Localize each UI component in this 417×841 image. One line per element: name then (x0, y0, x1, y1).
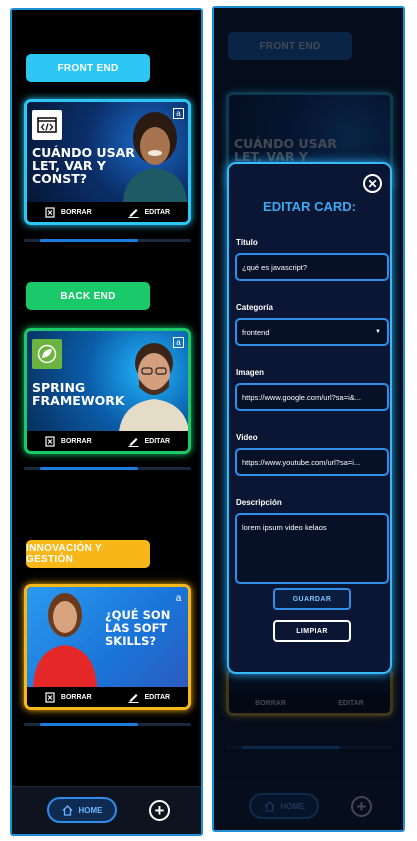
home-button-dimmed: HOME (249, 793, 319, 819)
edit-label: EDITAR (144, 437, 171, 445)
close-circle-icon: ✕ (367, 176, 378, 191)
presenter-image (33, 593, 97, 687)
image-url-input[interactable]: https://www.google.com/url?sa=i&... (235, 383, 389, 411)
home-button[interactable]: HOME (47, 797, 117, 823)
video-thumbnail[interactable]: a ¿QUÉ SON LAS SOFT SKILLS? (27, 587, 188, 687)
title-input[interactable]: ¿qué es javascript? (235, 253, 389, 281)
category-innovation[interactable]: INNOVACIÓN Y GESTIÓN (26, 540, 150, 568)
home-icon (62, 804, 72, 816)
title-label: Título (236, 238, 258, 247)
trash-icon (45, 691, 55, 703)
edit-label: EDITAR (144, 693, 171, 701)
scrollbar-dimmed (226, 746, 393, 749)
add-video-button-dimmed: + (351, 796, 372, 817)
clear-button[interactable]: LIMPIAR (273, 620, 351, 642)
video-label: Video (236, 433, 258, 442)
carousel-scrollbar[interactable] (24, 239, 191, 242)
save-button[interactable]: GUARDAR (273, 588, 351, 610)
edit-button[interactable]: EDITAR (128, 207, 171, 218)
carousel-scrollbar[interactable] (24, 467, 191, 470)
pencil-icon (128, 437, 139, 447)
category-back-end[interactable]: BACK END (26, 282, 150, 310)
caret-down-icon: ▼ (375, 329, 381, 335)
video-card-back[interactable]: a SPRING FRAMEWORK BORRAR EDITAR (24, 328, 191, 454)
edit-label: EDITAR (144, 208, 171, 216)
category-front-end[interactable]: FRONT END (26, 54, 150, 82)
plus-circle-icon: + (356, 797, 367, 816)
spring-leaf-icon (32, 339, 62, 369)
plus-circle-icon: + (154, 801, 165, 820)
code-icon (32, 110, 62, 140)
delete-label: BORRAR (60, 437, 92, 445)
edit-label-dimmed: EDITAR (338, 699, 364, 707)
delete-label: BORRAR (60, 693, 92, 701)
edit-card-modal: ✕ EDITAR CARD: Título ¿qué es javascript… (227, 162, 392, 674)
category-front-end-dimmed: FRONT END (228, 32, 352, 60)
category-label: Categoría (236, 303, 273, 312)
card-actions: BORRAR EDITAR (27, 687, 188, 707)
video-thumbnail[interactable]: a SPRING FRAMEWORK (27, 331, 188, 431)
trash-icon (45, 206, 55, 218)
close-modal-button[interactable]: ✕ (363, 174, 382, 193)
description-label: Descripción (236, 498, 282, 507)
thumbnail-title: ¿QUÉ SON LAS SOFT SKILLS? (105, 608, 171, 648)
thumbnail-title: SPRING FRAMEWORK (32, 380, 125, 408)
category-select[interactable]: frontend ▼ (235, 318, 389, 346)
category-select-value: frontend (242, 327, 270, 337)
bottom-navigation-dimmed: HOME + (214, 782, 403, 830)
delete-button[interactable]: BORRAR (45, 206, 92, 218)
video-url-input[interactable]: https://www.youtube.com/url?sa=i... (235, 448, 389, 476)
home-icon (264, 800, 274, 812)
video-card-dimmed-bottom: BORRAR EDITAR (226, 668, 393, 716)
delete-label: BORRAR (60, 208, 92, 216)
presenter-image (123, 112, 187, 202)
add-video-button[interactable]: + (149, 800, 170, 821)
delete-button[interactable]: BORRAR (45, 691, 92, 703)
video-card-front[interactable]: a CUÁNDO USAR LET, VAR Y CONST? BORRAR E… (24, 99, 191, 225)
edit-screen: FRONT END CUÁNDO USAR LET, VAR Y BORRAR … (212, 6, 405, 832)
scrollbar-thumb-dimmed (242, 746, 340, 749)
card-actions-dimmed: BORRAR EDITAR (229, 693, 390, 713)
pencil-icon (128, 693, 139, 703)
card-actions: BORRAR EDITAR (27, 431, 188, 451)
edit-button[interactable]: EDITAR (128, 692, 171, 703)
edit-button[interactable]: EDITAR (128, 436, 171, 447)
scrollbar-thumb[interactable] (40, 239, 138, 242)
carousel-scrollbar[interactable] (24, 723, 191, 726)
home-label: HOME (78, 805, 103, 815)
image-label: Imagen (236, 368, 265, 377)
video-card-innovation[interactable]: a ¿QUÉ SON LAS SOFT SKILLS? BORRAR EDITA… (24, 584, 191, 710)
scrollbar-thumb[interactable] (40, 467, 138, 470)
delete-button[interactable]: BORRAR (45, 435, 92, 447)
home-label-dimmed: HOME (280, 801, 305, 811)
card-actions: BORRAR EDITAR (27, 202, 188, 222)
bottom-navigation: HOME + (12, 786, 201, 834)
alura-icon: a (175, 593, 182, 604)
presenter-image (119, 343, 188, 431)
video-thumbnail[interactable]: a CUÁNDO USAR LET, VAR Y CONST? (27, 102, 188, 202)
description-textarea[interactable]: lorem ipsum video kelaos (235, 513, 389, 584)
trash-icon (45, 435, 55, 447)
pencil-icon (128, 208, 139, 218)
home-screen: FRONT END a CUÁNDO USAR LET, VAR Y CONST… (10, 8, 203, 836)
scrollbar-thumb[interactable] (40, 723, 138, 726)
modal-title: EDITAR CARD: (263, 199, 356, 214)
delete-label-dimmed: BORRAR (255, 699, 286, 707)
thumbnail-title-dimmed: CUÁNDO USAR LET, VAR Y (234, 136, 337, 164)
